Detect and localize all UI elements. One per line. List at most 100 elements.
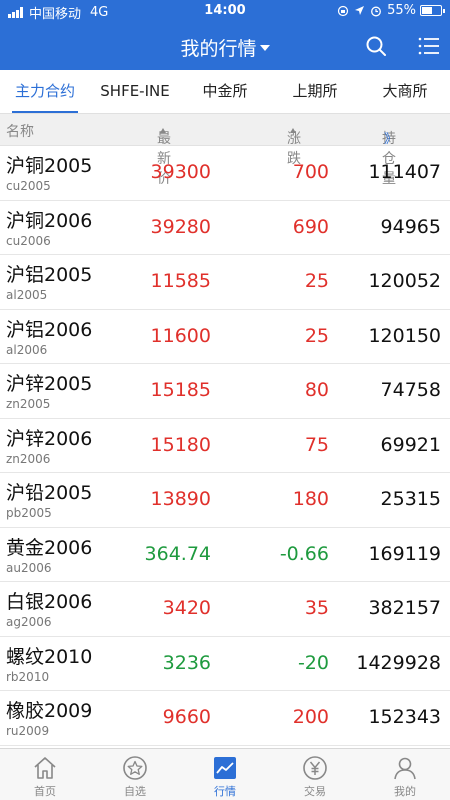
open-interest: 382157 bbox=[368, 597, 441, 619]
price-change: 25 bbox=[304, 270, 329, 292]
latest-price: 13890 bbox=[150, 488, 211, 510]
contract-code: zn2005 bbox=[6, 397, 51, 411]
table-row[interactable]: 螺纹2010 rb2010 3236 -20 1429928 bbox=[0, 637, 450, 691]
open-interest: 1429928 bbox=[356, 651, 441, 674]
tab-dce[interactable]: 大商所 bbox=[360, 70, 450, 113]
open-interest: 120150 bbox=[368, 324, 441, 347]
status-bar: 中国移动 4G 14:00 55% bbox=[0, 0, 450, 22]
price-change: -0.66 bbox=[279, 542, 329, 565]
open-interest: 120052 bbox=[368, 270, 441, 292]
table-row[interactable]: 沪铝2006 al2006 11600 25 120150 bbox=[0, 310, 450, 364]
tabbar-favorites[interactable]: 自选 bbox=[90, 749, 180, 800]
contract-code: cu2005 bbox=[6, 179, 51, 193]
alarm-icon bbox=[371, 6, 382, 16]
contract-code: zn2006 bbox=[6, 451, 51, 466]
contract-code: ru2009 bbox=[6, 724, 50, 738]
contract-code: al2006 bbox=[6, 342, 48, 357]
table-row[interactable]: 沪铜2005 cu2005 39300 700 111407 bbox=[0, 146, 450, 201]
latest-price: 39300 bbox=[150, 161, 211, 183]
tabbar-home[interactable]: 首页 bbox=[0, 749, 90, 800]
bottom-tab-bar: 首页 自选 行情 交易 我的 bbox=[0, 748, 450, 800]
person-icon bbox=[394, 757, 416, 780]
col-name: 名称 bbox=[6, 124, 34, 140]
table-row[interactable]: 橡胶2009 ru2009 9660 200 152343 bbox=[0, 691, 450, 746]
contract-code: cu2006 bbox=[6, 233, 51, 248]
tabbar-mine[interactable]: 我的 bbox=[360, 749, 450, 800]
exchange-tabs: 主力合约 SHFE-INE 中金所 上期所 大商所 bbox=[0, 70, 450, 114]
tab-shfe-ine[interactable]: SHFE-INE bbox=[90, 70, 180, 113]
star-circle-icon bbox=[123, 756, 147, 780]
price-change: 200 bbox=[292, 706, 329, 728]
open-interest: 169119 bbox=[368, 542, 441, 565]
nav-bar: 我的行情 bbox=[0, 22, 450, 70]
price-change: -20 bbox=[297, 651, 329, 674]
contract-name: 白银2006 bbox=[6, 591, 93, 613]
table-row[interactable]: 沪铝2005 al2005 11585 25 120052 bbox=[0, 255, 450, 310]
yen-icon bbox=[303, 756, 327, 780]
orientation-lock-icon bbox=[337, 5, 349, 16]
contract-name: 黄金2006 bbox=[6, 536, 93, 559]
status-right: 55% bbox=[337, 3, 445, 18]
latest-price: 3236 bbox=[162, 651, 211, 674]
contract-code: ag2006 bbox=[6, 615, 52, 629]
location-icon bbox=[355, 6, 365, 15]
tabbar-trade[interactable]: 交易 bbox=[270, 749, 360, 800]
chart-icon bbox=[214, 757, 236, 779]
contract-name: 螺纹2010 bbox=[6, 645, 93, 668]
quote-list: 沪铜2005 cu2005 39300 700 111407 沪铜2006 cu2006 39… bbox=[0, 146, 450, 746]
open-interest: 69921 bbox=[380, 433, 441, 456]
tabbar-quotes[interactable]: 行情 bbox=[180, 749, 270, 800]
menu-list-icon[interactable] bbox=[417, 34, 441, 58]
contract-name: 沪锌2005 bbox=[6, 373, 93, 395]
tabbar-mine-label: 我的 bbox=[394, 785, 416, 798]
latest-price: 15180 bbox=[150, 433, 211, 456]
contract-name: 沪铜2006 bbox=[6, 209, 93, 232]
price-change: 690 bbox=[292, 215, 329, 238]
latest-price: 9660 bbox=[162, 706, 211, 728]
price-change: 25 bbox=[304, 324, 329, 347]
price-change: 700 bbox=[292, 161, 329, 183]
column-header: 名称 最新价 涨跌 持仓量》 bbox=[0, 114, 450, 187]
contract-code: pb2005 bbox=[6, 506, 52, 520]
table-row[interactable]: 白银2006 ag2006 3420 35 382157 bbox=[0, 582, 450, 637]
price-change: 75 bbox=[304, 433, 329, 456]
tab-cffex[interactable]: 中金所 bbox=[180, 70, 270, 113]
contract-name: 沪铅2005 bbox=[6, 482, 93, 504]
contract-name: 沪铝2006 bbox=[6, 318, 93, 341]
latest-price: 39280 bbox=[150, 215, 211, 238]
table-row[interactable]: 沪锌2006 zn2006 15180 75 69921 bbox=[0, 419, 450, 473]
battery-percent: 55% bbox=[387, 3, 416, 18]
latest-price: 11585 bbox=[150, 270, 211, 292]
open-interest: 25315 bbox=[380, 488, 441, 510]
latest-price: 15185 bbox=[150, 379, 211, 401]
contract-name: 沪铝2005 bbox=[6, 264, 93, 286]
price-change: 180 bbox=[292, 488, 329, 510]
open-interest: 111407 bbox=[368, 161, 441, 183]
contract-name: 橡胶2009 bbox=[6, 700, 93, 722]
table-row[interactable]: 沪铜2006 cu2006 39280 690 94965 bbox=[0, 201, 450, 255]
tab-shfe[interactable]: 上期所 bbox=[270, 70, 360, 113]
table-row[interactable]: 沪锌2005 zn2005 15185 80 74758 bbox=[0, 364, 450, 419]
open-interest: 74758 bbox=[380, 379, 441, 401]
latest-price: 11600 bbox=[150, 324, 211, 347]
contract-code: al2005 bbox=[6, 288, 48, 302]
sort-icon bbox=[290, 128, 296, 133]
latest-price: 364.74 bbox=[144, 542, 211, 565]
tabbar-home-label: 首页 bbox=[34, 785, 56, 798]
battery-icon bbox=[420, 5, 445, 16]
price-change: 80 bbox=[304, 379, 329, 401]
contract-name: 沪锌2006 bbox=[6, 427, 93, 450]
price-change: 35 bbox=[304, 597, 329, 619]
open-interest: 94965 bbox=[380, 215, 441, 238]
contract-name: 沪铜2005 bbox=[6, 155, 93, 177]
open-interest: 152343 bbox=[368, 706, 441, 728]
home-icon bbox=[34, 757, 56, 779]
more-columns-icon: 》 bbox=[384, 132, 398, 147]
tab-main-contracts[interactable]: 主力合约 bbox=[0, 70, 90, 113]
table-row[interactable]: 黄金2006 au2006 364.74 -0.66 169119 bbox=[0, 528, 450, 582]
search-icon[interactable] bbox=[364, 34, 388, 58]
table-row[interactable]: 沪铅2005 pb2005 13890 180 25315 bbox=[0, 473, 450, 528]
contract-code: rb2010 bbox=[6, 669, 50, 684]
contract-code: au2006 bbox=[6, 560, 52, 575]
caret-down-icon bbox=[259, 45, 270, 51]
